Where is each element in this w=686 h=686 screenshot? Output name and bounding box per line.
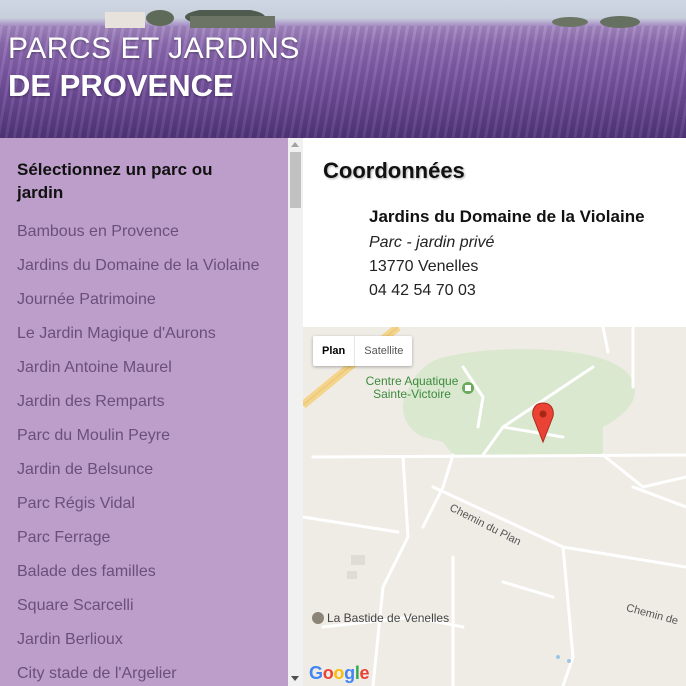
site-title-line2: DE PROVENCE xyxy=(8,68,234,103)
site-title-line1: PARCS ET JARDINS xyxy=(8,32,300,65)
park-phone: 04 42 54 70 03 xyxy=(369,282,476,299)
park-list-item[interactable]: City stade de l'Argelier xyxy=(17,662,260,686)
park-list-item[interactable]: Jardin de Belsunce xyxy=(17,458,260,492)
park-list-item[interactable]: Balade des familles xyxy=(17,560,260,594)
park-list-item[interactable]: Jardins du Domaine de la Violaine xyxy=(17,254,260,288)
google-logo[interactable]: Google xyxy=(309,663,370,684)
park-list-item[interactable]: Le Jardin Magique d'Aurons xyxy=(17,322,260,356)
park-list-sidebar: Sélectionnez un parc ou jardin Bambous e… xyxy=(0,138,288,686)
map-type-control: Plan Satellite xyxy=(313,336,413,366)
map-type-satellite-button[interactable]: Satellite xyxy=(354,336,412,366)
park-list-item[interactable]: Parc Régis Vidal xyxy=(17,492,260,526)
park-list-item[interactable]: Parc Ferrage xyxy=(17,526,260,560)
sidebar-heading: Sélectionnez un parc ou jardin xyxy=(17,160,213,202)
sidebar-scrollbar[interactable] xyxy=(288,138,303,686)
park-list-item[interactable]: Jardin Berlioux xyxy=(17,628,260,662)
map-poi-label: La Bastide de Venelles xyxy=(327,611,450,625)
park-list: Bambous en Provence Jardins du Domaine d… xyxy=(17,220,260,686)
park-list-item[interactable]: Jardin Antoine Maurel xyxy=(17,356,260,390)
park-list-item[interactable]: Parc du Moulin Peyre xyxy=(17,424,260,458)
site-title: PARCS ET JARDINS DE PROVENCE xyxy=(8,32,300,103)
map-poi-label: Centre Aquatique Sainte-Victoire xyxy=(365,374,459,401)
details-heading: Coordonnées xyxy=(323,158,465,183)
scroll-up-arrow-icon[interactable] xyxy=(291,142,299,147)
park-list-item[interactable]: Bambous en Provence xyxy=(17,220,260,254)
park-list-item[interactable]: Jardin des Remparts xyxy=(17,390,260,424)
map-view[interactable]: Plan Satellite Centre Aquatique Sainte-V… xyxy=(303,327,686,686)
map-type-plan-button[interactable]: Plan xyxy=(313,336,354,366)
scrollbar-thumb[interactable] xyxy=(290,152,301,208)
details-panel: Coordonnées Jardins du Domaine de la Vio… xyxy=(303,138,686,327)
park-city: 13770 Venelles xyxy=(369,258,479,275)
scroll-down-arrow-icon[interactable] xyxy=(291,676,299,681)
park-type: Parc - jardin privé xyxy=(369,234,495,251)
park-list-item[interactable]: Square Scarcelli xyxy=(17,594,260,628)
header-banner: PARCS ET JARDINS DE PROVENCE xyxy=(0,0,686,138)
horizon-trees xyxy=(105,10,640,28)
park-name: Jardins du Domaine de la Violaine xyxy=(369,207,645,226)
park-list-item[interactable]: Journée Patrimoine xyxy=(17,288,260,322)
